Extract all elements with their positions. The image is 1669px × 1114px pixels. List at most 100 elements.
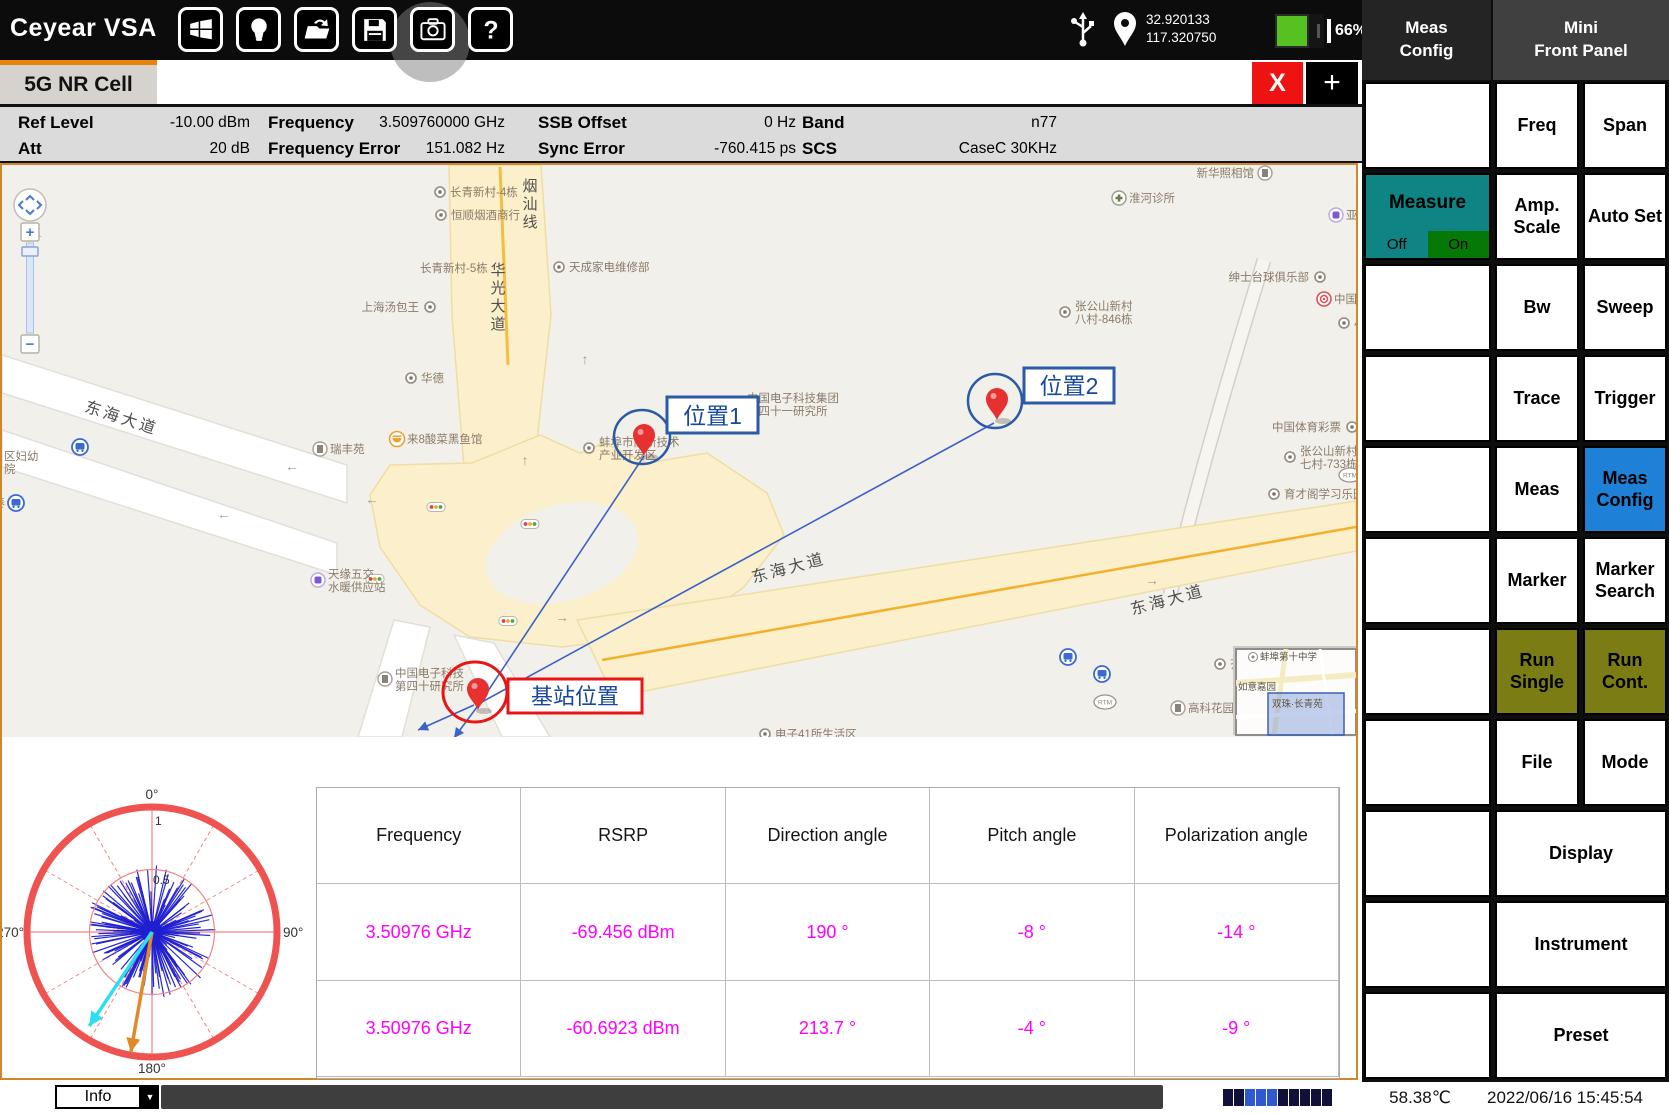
svg-text:RTM: RTM [1098, 700, 1112, 707]
svg-text:华: 华 [490, 262, 505, 279]
measure-button[interactable]: MeasureOffOn [1364, 173, 1491, 260]
map-poi [72, 439, 88, 455]
svg-text:如意嘉园: 如意嘉园 [1238, 681, 1276, 693]
sidebar-button-meas[interactable]: Meas [1495, 446, 1579, 533]
toolbar: ? [178, 7, 513, 52]
progress-segment [1256, 1089, 1266, 1106]
setting-label: Sync Error [538, 139, 625, 159]
progress-segment [1311, 1089, 1321, 1106]
sidebar-button-preset[interactable]: Preset [1495, 992, 1667, 1079]
sidebar-button-amp-scale[interactable]: Amp. Scale [1495, 173, 1579, 260]
svg-text:道: 道 [490, 316, 505, 333]
polar-plot: 0°90°180°270°10.5 [2, 737, 307, 1078]
status-message-bar [161, 1085, 1163, 1109]
datetime-readout: 2022/06/16 15:45:54 [1487, 1088, 1643, 1108]
setting-value: -760.415 ps [714, 140, 796, 158]
bottom-panel: 0°90°180°270°10.5 FrequencyRSRPDirection… [2, 737, 1356, 1078]
zoom-out-label[interactable]: − [26, 336, 35, 353]
sidebar-button-instrument[interactable]: Instrument [1495, 901, 1667, 988]
sidebar-button-sweep[interactable]: Sweep [1583, 264, 1667, 351]
sidebar-button-span[interactable]: Span [1583, 82, 1667, 169]
measure-off-toggle[interactable]: Off [1366, 231, 1428, 258]
sidebar-button-trigger[interactable]: Trigger [1583, 355, 1667, 442]
map-poi: 张公山新村七村-733栋 [1285, 444, 1356, 471]
sidebar-empty-cell [1364, 446, 1491, 533]
marker-loc2: 位置2 [968, 368, 1114, 428]
map-poi: 淮河诊所 [1112, 191, 1175, 205]
map-poi: 蚌埠市高新技术产业开发区 [584, 435, 680, 462]
sidebar-button-bw[interactable]: Bw [1495, 264, 1579, 351]
sidebar-button-meas-config[interactable]: Meas Config [1583, 446, 1667, 533]
svg-text:←: ← [365, 491, 379, 507]
sidebar-button-marker-search[interactable]: Marker Search [1583, 537, 1667, 624]
sidebar-button-mode[interactable]: Mode [1583, 719, 1667, 806]
settings-bar: Ref Level-10.00 dBmFrequency3.509760000 … [0, 104, 1362, 163]
map-poi: 中国体育彩票 [1272, 420, 1356, 434]
overview-inset-map[interactable]: 蚌埠第十中学如意嘉园双珠·长青苑 [1233, 646, 1356, 735]
sidebar-button-run-cont-[interactable]: Run Cont. [1583, 628, 1667, 715]
setting-label: Frequency Error [268, 139, 400, 159]
sidebar-button-trace[interactable]: Trace [1495, 355, 1579, 442]
setting-sync-error: Sync Error -760.415 ps [538, 139, 796, 159]
measure-on-toggle[interactable]: On [1428, 231, 1490, 258]
close-tab-button[interactable]: X [1252, 62, 1303, 104]
setting-label: SSB Offset [538, 113, 627, 133]
table-value-cell: -9 ° [1135, 981, 1339, 1077]
progress-segment [1234, 1089, 1244, 1106]
svg-text:0°: 0° [146, 787, 159, 802]
progress-segment [1278, 1089, 1288, 1106]
map-poi: RTM [1339, 468, 1356, 482]
results-table: FrequencyRSRPDirection anglePitch angleP… [316, 787, 1340, 1079]
progress-segment [1245, 1089, 1255, 1106]
save-icon[interactable] [352, 7, 397, 52]
svg-text:长青新村-4栋: 长青新村-4栋 [450, 185, 518, 199]
svg-text:中国体育彩票: 中国体育彩票 [1272, 420, 1341, 434]
sidebar-button-marker[interactable]: Marker [1495, 537, 1579, 624]
map-svg: ←←↑↑←→→← 烟汕线华光大道东海大道东海大道东海大道 长青新村-4栋恒顺烟酒… [2, 165, 1356, 737]
table-value-cell: -14 ° [1135, 884, 1339, 981]
svg-text:双珠·长青苑: 双珠·长青苑 [1272, 698, 1323, 710]
svg-text:淮河诊所: 淮河诊所 [1129, 191, 1175, 205]
svg-text:育才阁学习乐园: 育才阁学习乐园 [1284, 487, 1356, 501]
svg-text:位置1: 位置1 [683, 403, 742, 429]
windows-icon[interactable] [178, 7, 223, 52]
svg-text:张公山新村: 张公山新村 [1300, 444, 1356, 458]
bulb-icon[interactable] [236, 7, 281, 52]
sidebar-empty-cell [1364, 810, 1491, 897]
zoom-in-label[interactable]: + [26, 224, 35, 241]
sidebar-button-run-single[interactable]: Run Single [1495, 628, 1579, 715]
table-value-cell: 213.7 ° [726, 981, 930, 1077]
open-icon[interactable] [294, 7, 339, 52]
zoom-slider-handle[interactable] [22, 247, 38, 256]
svg-text:大: 大 [490, 298, 505, 315]
info-dropdown[interactable]: Info [55, 1085, 141, 1109]
sidebar-button-auto-set[interactable]: Auto Set [1583, 173, 1667, 260]
svg-text:电子41所生活区: 电子41所生活区 [775, 727, 857, 737]
progress-segment [1267, 1089, 1277, 1106]
help-icon[interactable]: ? [468, 7, 513, 52]
chevron-down-icon[interactable]: ▼ [141, 1085, 159, 1109]
screenshot-icon[interactable] [410, 7, 455, 52]
sidebar-button-file[interactable]: File [1495, 719, 1579, 806]
map-poi: RTM [1094, 695, 1116, 709]
map-canvas[interactable]: ←←↑↑←→→← 烟汕线华光大道东海大道东海大道东海大道 长青新村-4栋恒顺烟酒… [2, 165, 1356, 737]
map-poi: 来8酸菜黑鱼馆 [390, 432, 483, 447]
add-tab-button[interactable]: + [1306, 62, 1358, 104]
settings-row-1: Ref Level-10.00 dBmFrequency3.509760000 … [0, 110, 1362, 136]
map-poi: 高科花园 [1171, 701, 1234, 715]
gps-coordinates: 32.920133 117.320750 [1146, 11, 1216, 47]
table-header-rsrp: RSRP [521, 788, 725, 884]
sidebar-button-display[interactable]: Display [1495, 810, 1667, 897]
table-value-cell: -60.6923 dBm [521, 981, 725, 1077]
svg-text:270°: 270° [2, 925, 24, 940]
svg-text:新华照相馆: 新华照相馆 [1197, 166, 1255, 180]
svg-text:水暖供应站: 水暖供应站 [328, 580, 386, 594]
measure-label: Measure [1366, 175, 1489, 231]
tab-5g-nr-cell[interactable]: 5G NR Cell [0, 60, 157, 104]
sidebar-button-freq[interactable]: Freq [1495, 82, 1579, 169]
setting-att: Att20 dB [18, 139, 250, 159]
setting-value: 3.509760000 GHz [379, 114, 505, 132]
map-poi [1094, 666, 1110, 682]
svg-text:中国: 中国 [1334, 293, 1356, 306]
map-poi: 新华照相馆 [1197, 166, 1273, 180]
